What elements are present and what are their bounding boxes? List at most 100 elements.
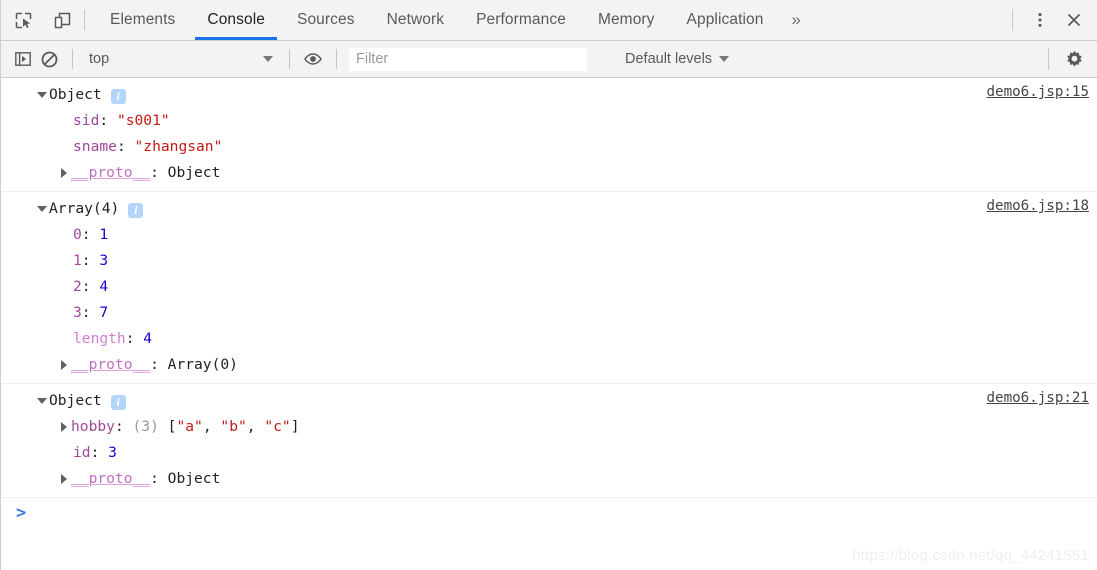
property-separator: : — [116, 138, 135, 155]
property-key: 2 — [73, 278, 82, 295]
gear-icon[interactable] — [1059, 44, 1089, 74]
more-vertical-icon[interactable] — [1025, 5, 1055, 35]
tab-memory[interactable]: Memory — [582, 0, 671, 40]
tab-elements[interactable]: Elements — [94, 0, 191, 40]
array-item: "b" — [220, 418, 247, 435]
toolbar-divider-3 — [336, 49, 337, 69]
source-link[interactable]: demo6.jsp:15 — [987, 84, 1090, 100]
object-property-row: 0: 1 — [1, 222, 1097, 248]
property-separator: : — [150, 356, 168, 373]
proto-key: __proto__ — [71, 470, 151, 487]
property-value: 1 — [99, 226, 109, 243]
property-separator: : — [81, 226, 100, 243]
property-separator: : — [150, 470, 168, 487]
object-type-label: Object — [49, 86, 102, 103]
property-key: sname — [73, 138, 117, 155]
object-property-row: sname: "zhangsan" — [1, 134, 1097, 160]
info-badge-icon[interactable]: i — [110, 88, 126, 104]
watermark: https://blog.csdn.net/qq_44241551 — [852, 547, 1089, 564]
devtools-tabs: Elements Console Sources Network Perform… — [94, 0, 1012, 40]
source-link[interactable]: demo6.jsp:18 — [987, 198, 1090, 214]
property-separator: : — [81, 252, 100, 269]
object-property-row: sid: "s001" — [1, 108, 1097, 134]
proto-key: __proto__ — [71, 356, 151, 373]
live-expression-icon[interactable] — [300, 46, 326, 72]
object-proto-row[interactable]: __proto__: Object — [1, 466, 1097, 492]
info-badge-icon[interactable]: i — [128, 202, 144, 218]
console-prompt[interactable]: > — [1, 498, 1097, 532]
object-property-row: id: 3 — [1, 440, 1097, 466]
tab-network[interactable]: Network — [371, 0, 461, 40]
object-header-row[interactable]: Object i — [1, 82, 1097, 108]
console-toolbar: top Default levels — [1, 41, 1097, 78]
console-prompt-input[interactable] — [26, 503, 1097, 523]
expand-triangle-icon[interactable] — [61, 360, 67, 370]
prompt-chevron-icon: > — [16, 503, 27, 523]
filter-input[interactable] — [349, 47, 587, 71]
close-icon[interactable] — [1059, 5, 1089, 35]
info-badge-icon[interactable]: i — [110, 394, 126, 410]
property-value: 3 — [108, 444, 117, 461]
property-separator: : — [99, 112, 117, 129]
property-value: "s001" — [116, 112, 170, 129]
device-toolbar-icon[interactable] — [49, 7, 75, 33]
collapse-triangle-icon[interactable] — [37, 92, 47, 98]
property-key: id — [73, 444, 91, 461]
console-message-list[interactable]: demo6.jsp:15 Object i sid: "s001" sname:… — [1, 78, 1097, 570]
object-proto-row[interactable]: __proto__: Array(0) — [1, 352, 1097, 378]
expand-triangle-icon[interactable] — [61, 422, 67, 432]
array-item: "c" — [264, 418, 291, 435]
devtools-window: Elements Console Sources Network Perform… — [0, 0, 1097, 570]
tabbar-left-icons — [1, 0, 75, 40]
property-key: sid — [73, 112, 100, 129]
console-sidebar-icon[interactable] — [10, 46, 36, 72]
collapse-triangle-icon[interactable] — [37, 398, 47, 404]
proto-key: __proto__ — [71, 164, 151, 181]
property-key: 3 — [73, 304, 82, 321]
tab-application[interactable]: Application — [671, 0, 780, 40]
tab-console[interactable]: Console — [191, 0, 281, 40]
property-value: 4 — [99, 278, 109, 295]
property-key: 1 — [73, 252, 82, 269]
property-key: 0 — [73, 226, 82, 243]
clear-console-icon[interactable] — [36, 46, 62, 72]
tabbar-divider — [84, 10, 85, 30]
property-value: 4 — [143, 330, 153, 347]
tab-performance[interactable]: Performance — [460, 0, 582, 40]
source-link[interactable]: demo6.jsp:21 — [987, 390, 1090, 406]
chevron-down-icon — [719, 56, 730, 62]
expand-triangle-icon[interactable] — [61, 168, 67, 178]
collapse-triangle-icon[interactable] — [37, 206, 47, 212]
object-property-row[interactable]: hobby: (3) ["a", "b", "c"] — [1, 414, 1097, 440]
property-key: length — [73, 330, 126, 347]
object-proto-row[interactable]: __proto__: Object — [1, 160, 1097, 186]
execution-context-select[interactable]: top — [83, 51, 279, 67]
property-separator: : — [81, 304, 100, 321]
toolbar-divider-4 — [1048, 48, 1049, 70]
expand-triangle-icon[interactable] — [61, 474, 67, 484]
tabbar-right-controls — [1012, 0, 1097, 40]
more-tabs-button[interactable]: » — [779, 0, 813, 40]
array-open-bracket: [ — [167, 418, 177, 435]
object-property-row: length: 4 — [1, 326, 1097, 352]
property-separator: : — [114, 418, 133, 435]
object-header-row[interactable]: Object i — [1, 388, 1097, 414]
inspect-element-icon[interactable] — [10, 7, 36, 33]
property-value: 3 — [99, 252, 109, 269]
property-value: 7 — [99, 304, 109, 321]
tab-sources[interactable]: Sources — [281, 0, 371, 40]
log-levels-label: Default levels — [625, 51, 713, 67]
array-close-bracket: ] — [290, 418, 300, 435]
property-value: "zhangsan" — [134, 138, 223, 155]
proto-value: Array(0) — [167, 356, 238, 373]
array-separator: , — [246, 418, 265, 435]
object-property-row: 2: 4 — [1, 274, 1097, 300]
array-count: (3) — [132, 418, 168, 435]
proto-value: Object — [167, 164, 221, 181]
object-header-row[interactable]: Array(4) i — [1, 196, 1097, 222]
object-type-label: Object — [49, 392, 102, 409]
log-levels-select[interactable]: Default levels — [625, 51, 730, 67]
toolbar-divider-2 — [289, 49, 290, 69]
console-message: demo6.jsp:18 Array(4) i 0: 1 1: 3 2: 4 3… — [1, 192, 1097, 384]
property-key: hobby — [71, 418, 115, 435]
